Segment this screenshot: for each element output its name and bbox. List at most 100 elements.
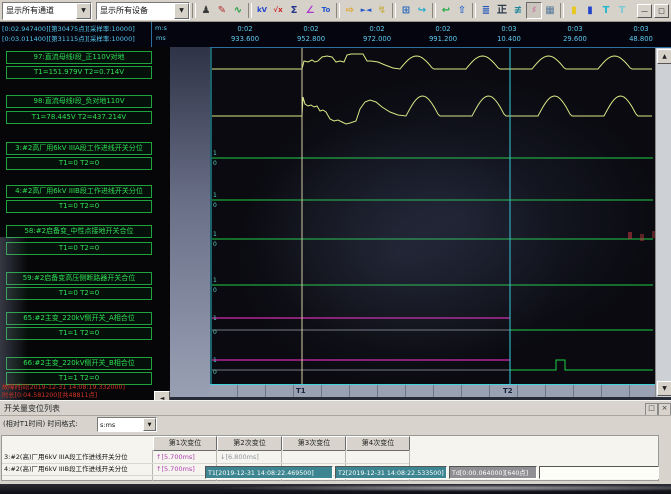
sample-info: [0:02.947400][第30475点][采样率:10000] [0:03.… bbox=[2, 24, 135, 44]
status-td: Td[0:00.064000][640点] bbox=[449, 466, 537, 479]
panel-title: 开关量变位列表 bbox=[4, 403, 60, 414]
channel-filter-value: 显示所有通道 bbox=[3, 5, 76, 16]
status-t2: T2[2019-12-31 14:08:22.533500] bbox=[335, 466, 447, 479]
forward-arrow-icon[interactable]: ↪ bbox=[414, 2, 430, 19]
sum-icon[interactable]: Σ bbox=[286, 2, 302, 19]
toolbar: 显示所有通道 ▼ 显示所有设备 ▼ ♟✎∿ kV√xΣ∠To ⇨►◄↯ ⊞↪ ↩⇧ ≣正≢… bbox=[0, 0, 671, 22]
table-row-name[interactable]: 4:#2(高)厂用6kV IIIB段工作进线开关分位 bbox=[4, 463, 150, 475]
fault-info: 故障时间[2019-12-31 14:08:19.332000] 时长[0:04… bbox=[2, 384, 125, 400]
time-format-value: s:ms bbox=[98, 421, 143, 429]
time-format-select[interactable]: s:ms ▼ bbox=[97, 417, 157, 432]
channel-title[interactable]: 97:直流母线I段_正110V对地 bbox=[6, 51, 152, 64]
panel-splitter[interactable] bbox=[170, 47, 210, 397]
channel-cursor-values: T1=151.979V T2=0.714V bbox=[6, 66, 152, 79]
level-label: 1 bbox=[213, 192, 217, 199]
sample-info-line2: [0:03.011400][第31115点][采样率:10000] bbox=[2, 34, 135, 44]
level-label: 1 bbox=[213, 150, 217, 157]
channel-title[interactable]: 98:直流母线I段_负对地110V bbox=[6, 95, 152, 108]
channel-cursor-values: T1=1 T2=0 bbox=[6, 327, 152, 340]
channel-filter-select[interactable]: 显示所有通道 ▼ bbox=[2, 2, 92, 20]
column-divider bbox=[152, 450, 153, 481]
unit-label-bottom: ms bbox=[156, 34, 166, 42]
pen-tool-icon[interactable]: ✎ bbox=[214, 2, 230, 19]
grid-icon[interactable]: ♯ bbox=[526, 2, 542, 19]
scroll-up-button[interactable]: ▲ bbox=[657, 49, 671, 64]
chevron-down-icon[interactable]: ▼ bbox=[174, 3, 189, 19]
cursor-yellow-icon[interactable]: ▮ bbox=[566, 2, 582, 19]
channel-title[interactable]: 58:#2启备变_中性点接地开关合位 bbox=[6, 225, 152, 238]
list2-icon[interactable]: ≢ bbox=[510, 2, 526, 19]
ch97-trace bbox=[212, 54, 652, 69]
header-divider bbox=[151, 22, 152, 47]
screen-bezel bbox=[0, 484, 671, 494]
fault-recorder-app: 显示所有通道 ▼ 显示所有设备 ▼ ♟✎∿ kV√xΣ∠To ⇨►◄↯ ⊞↪ ↩⇧ ≣正≢… bbox=[0, 0, 671, 494]
t1-tool-icon[interactable]: T bbox=[598, 2, 614, 19]
t2-cursor-label[interactable]: T2 bbox=[503, 387, 513, 395]
channel-title[interactable]: 59:#2启备变高压侧断路器开关合位 bbox=[6, 272, 152, 285]
up-arrow-icon[interactable]: ⇧ bbox=[454, 2, 470, 19]
chevron-down-icon[interactable]: ▼ bbox=[76, 3, 91, 19]
kv-icon[interactable]: kV bbox=[254, 2, 270, 19]
list-icon[interactable]: ≣ bbox=[478, 2, 494, 19]
table-row-change1[interactable]: ↑[5.700ms] bbox=[156, 451, 214, 463]
channel-title[interactable]: 4:#2高厂用6kV IIIB段工作进线开关分位 bbox=[6, 185, 152, 198]
table-row-change2[interactable]: ↓[6.800ms] bbox=[220, 451, 280, 463]
waveform-area[interactable]: 101010101010 bbox=[210, 48, 655, 384]
table-header-3[interactable]: 第3次变位 bbox=[282, 436, 346, 451]
table-icon[interactable]: ▦ bbox=[542, 2, 558, 19]
ch98-trace bbox=[212, 96, 652, 124]
time-tick: 0:0348.800 bbox=[608, 24, 671, 44]
table-header-1[interactable]: 第1次变位 bbox=[153, 436, 217, 451]
back-arrow-icon[interactable]: ↩ bbox=[438, 2, 454, 19]
t1-cursor-label[interactable]: T1 bbox=[296, 387, 306, 395]
table-row-name[interactable]: 3:#2(高)厂用6kV IIIA段工作进线开关分位 bbox=[4, 451, 150, 463]
restore-button[interactable]: □ bbox=[654, 4, 669, 18]
angle-icon[interactable]: ∠ bbox=[302, 2, 318, 19]
window-icon[interactable]: ⊞ bbox=[398, 2, 414, 19]
timeline-ruler[interactable]: T1 T2 bbox=[210, 384, 655, 397]
level-label: 1 bbox=[213, 357, 217, 364]
minimize-button[interactable]: — bbox=[637, 4, 652, 18]
channel-cursor-values: T1=78.445V T2=437.214V bbox=[6, 111, 152, 124]
sync-icon[interactable]: ►◄ bbox=[358, 2, 374, 19]
level-label: 1 bbox=[213, 315, 217, 322]
marker-tool-icon[interactable]: ♟ bbox=[198, 2, 214, 19]
flash-icon[interactable]: ↯ bbox=[374, 2, 390, 19]
zheng-icon[interactable]: 正 bbox=[494, 2, 510, 19]
status-empty bbox=[539, 466, 659, 479]
cursor-blue-icon[interactable]: ▮ bbox=[582, 2, 598, 19]
channel-title[interactable]: 3:#2高厂用6kV IIIA段工作进线开关分位 bbox=[6, 142, 152, 155]
scroll-down-button[interactable]: ▼ bbox=[657, 381, 671, 396]
t2-tool-icon[interactable]: T bbox=[614, 2, 630, 19]
toolbar-icons: ♟✎∿kV√xΣ∠To⇨►◄↯⊞↪↩⇧≣正≢♯▦▮▮TT bbox=[198, 2, 630, 19]
level-label: 0 bbox=[213, 202, 217, 209]
toolbar-separator bbox=[248, 3, 252, 18]
table-header-4[interactable]: 第4次变位 bbox=[346, 436, 410, 451]
level-label: 0 bbox=[213, 160, 217, 167]
level-label: 0 bbox=[213, 369, 217, 376]
time-tick: 0:0310.400 bbox=[476, 24, 542, 44]
chevron-down-icon[interactable]: ▼ bbox=[143, 418, 156, 431]
time-tick: 0:02952.800 bbox=[278, 24, 344, 44]
wave-tool-icon[interactable]: ∿ bbox=[230, 2, 246, 19]
channel-cursor-values: T1=0 T2=0 bbox=[6, 157, 152, 170]
jump-arrow-icon[interactable]: ⇨ bbox=[342, 2, 358, 19]
unit-label-top: m:s bbox=[155, 24, 167, 32]
time-tick: 0:0329.600 bbox=[542, 24, 608, 44]
level-label: 0 bbox=[213, 329, 217, 336]
device-filter-select[interactable]: 显示所有设备 ▼ bbox=[96, 2, 190, 20]
toolbar-separator bbox=[192, 3, 196, 18]
status-t1: T1[2019-12-31 14:08:22.469500] bbox=[205, 466, 333, 479]
record-length: 时长[0:04.581200][共48811点] bbox=[2, 392, 125, 400]
level-label: 1 bbox=[213, 277, 217, 284]
sqrt-icon[interactable]: √x bbox=[270, 2, 286, 19]
device-filter-value: 显示所有设备 bbox=[97, 5, 174, 16]
channel-cursor-values: T1=0 T2=0 bbox=[6, 287, 152, 300]
channel-title[interactable]: 65:#2主变_220kV侧开关_A相合位 bbox=[6, 312, 152, 325]
channel-panel: 97:直流母线I段_正110V对地 T1=151.979V T2=0.714V 98… bbox=[0, 47, 170, 402]
channel-title[interactable]: 66:#2主变_220kV侧开关_B相合位 bbox=[6, 357, 152, 370]
to-icon[interactable]: To bbox=[318, 2, 334, 19]
vertical-scrollbar[interactable]: ▲ ▼ bbox=[655, 48, 671, 397]
table-header-2[interactable]: 第2次变位 bbox=[217, 436, 282, 451]
time-header: [0:02.947400][第30475点][采样率:10000] [0:03.… bbox=[0, 22, 671, 48]
